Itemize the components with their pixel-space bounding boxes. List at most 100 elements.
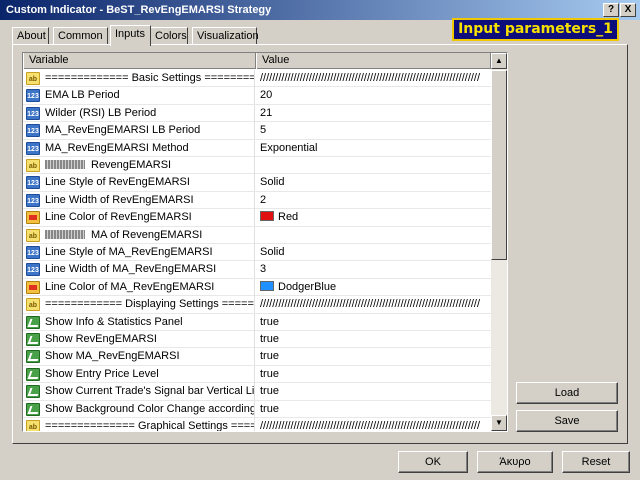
- row-variable-label: Line Width of MA_RevEngEMARSI: [45, 263, 217, 276]
- row-variable-label: Show MA_RevEngEMARSI: [45, 350, 180, 363]
- table-row[interactable]: Show Info & Statistics Panel true: [23, 313, 491, 331]
- row-value[interactable]: [256, 227, 488, 244]
- row-value[interactable]: ////////////////////////////////////////…: [256, 418, 488, 431]
- row-value[interactable]: Solid: [256, 244, 488, 261]
- table-row[interactable]: Show Background Color Change according t…: [23, 400, 491, 418]
- row-value-text: true: [260, 385, 279, 398]
- tab-colors[interactable]: Colors: [150, 27, 188, 45]
- table-row[interactable]: ab ============ Displaying Settings =====…: [23, 296, 491, 314]
- header-variable[interactable]: Variable: [23, 53, 256, 69]
- row-value-text: ////////////////////////////////////////…: [260, 72, 481, 84]
- row-value-text: Solid: [260, 246, 285, 258]
- text-param-icon: ab: [26, 228, 40, 242]
- row-value-text: 5: [260, 124, 267, 137]
- number-param-icon: 123: [26, 246, 40, 259]
- help-button[interactable]: ?: [603, 3, 619, 17]
- row-value[interactable]: true: [256, 314, 488, 331]
- row-variable: Wilder (RSI) LB Period: [43, 104, 255, 122]
- row-value[interactable]: 3: [256, 261, 488, 278]
- table-row[interactable]: 123 Line Style of MA_RevEngEMARSI Solid: [23, 244, 491, 262]
- boolean-param-icon: [26, 367, 40, 381]
- row-value[interactable]: 21: [256, 105, 488, 122]
- row-variable-label: Line Color of MA_RevEngEMARSI: [45, 280, 215, 293]
- table-row[interactable]: 123 Line Width of RevEngEMARSI 2: [23, 191, 491, 210]
- row-variable-label: Show Info & Statistics Panel: [45, 315, 183, 328]
- table-row[interactable]: 123 EMA LB Period 20: [23, 87, 491, 105]
- table-row[interactable]: 123 MA_RevEngEMARSI LB Period 5: [23, 122, 491, 140]
- row-value[interactable]: true: [256, 348, 488, 365]
- row-variable: Line Color of RevEngEMARSI: [43, 209, 255, 227]
- table-row[interactable]: 123 Wilder (RSI) LB Period 21: [23, 104, 491, 123]
- row-variable: ============ Displaying Settings =====: [43, 296, 255, 314]
- row-value[interactable]: ////////////////////////////////////////…: [256, 296, 488, 313]
- row-variable-label: Show RevEngEMARSI: [45, 333, 157, 345]
- table-row[interactable]: Show Entry Price Level true: [23, 365, 491, 384]
- reset-button[interactable]: Reset: [562, 451, 630, 473]
- row-value[interactable]: ////////////////////////////////////////…: [256, 70, 488, 87]
- text-param-icon: ab: [26, 420, 40, 431]
- row-variable-label: Show Background Color Change according t…: [45, 402, 255, 415]
- row-variable: ============== Graphical Settings =====: [43, 418, 255, 431]
- table-row[interactable]: ab MA of RevengEMARSI: [23, 226, 491, 244]
- boolean-param-icon: [26, 402, 40, 416]
- row-value[interactable]: 2: [256, 192, 488, 209]
- row-variable-label: MA_RevEngEMARSI LB Period: [45, 124, 201, 137]
- table-row[interactable]: Show MA_RevEngEMARSI true: [23, 348, 491, 366]
- tab-about[interactable]: About: [12, 27, 49, 45]
- close-button[interactable]: X: [620, 3, 636, 17]
- vertical-scrollbar[interactable]: ▲ ▼: [491, 53, 507, 431]
- number-param-icon: 123: [26, 124, 40, 138]
- row-value-text: true: [260, 402, 279, 415]
- table-row[interactable]: 123 Line Width of MA_RevEngEMARSI 3: [23, 261, 491, 279]
- table-row[interactable]: Show Current Trade's Signal bar Vertical…: [23, 383, 491, 401]
- table-row[interactable]: Show RevEngEMARSI true: [23, 331, 491, 349]
- row-value[interactable]: true: [256, 366, 488, 383]
- row-value-text: true: [260, 333, 279, 345]
- cancel-button[interactable]: Άκυρο: [477, 451, 553, 473]
- boolean-param-icon: [26, 333, 40, 346]
- scroll-up-icon[interactable]: ▲: [491, 53, 507, 69]
- row-value[interactable]: 5: [256, 122, 488, 139]
- header-value[interactable]: Value: [256, 53, 491, 69]
- grid-header: Variable Value: [23, 53, 491, 69]
- row-variable: ============= Basic Settings ==========: [43, 70, 255, 87]
- row-variable: Line Width of MA_RevEngEMARSI: [43, 261, 255, 279]
- row-value[interactable]: Exponential: [256, 140, 488, 157]
- load-button[interactable]: Load: [516, 382, 618, 404]
- save-button[interactable]: Save: [516, 410, 618, 432]
- ok-button[interactable]: OK: [398, 451, 468, 473]
- row-value-text: DodgerBlue: [278, 280, 337, 293]
- table-row[interactable]: ab ============= Basic Settings =========…: [23, 70, 491, 88]
- row-variable-label: Wilder (RSI) LB Period: [45, 106, 157, 119]
- tab-common[interactable]: Common: [53, 27, 108, 45]
- row-value-text: Exponential: [260, 141, 318, 154]
- row-value[interactable]: Red: [256, 209, 488, 226]
- row-variable-label: MA_RevEngEMARSI Method: [45, 141, 189, 154]
- row-value[interactable]: DodgerBlue: [256, 279, 488, 296]
- row-value[interactable]: [256, 157, 488, 174]
- row-variable: Line Width of RevEngEMARSI: [43, 191, 255, 209]
- row-value[interactable]: true: [256, 383, 488, 400]
- color-swatch: [260, 211, 274, 222]
- color-param-icon: [26, 211, 40, 225]
- table-row[interactable]: 123 Line Style of RevEngEMARSI Solid: [23, 174, 491, 192]
- scroll-thumb[interactable]: [491, 70, 507, 260]
- input-parameters-banner: Input parameters_1: [452, 18, 619, 41]
- row-variable: MA of RevengEMARSI: [43, 226, 255, 244]
- table-row[interactable]: ab RevengEMARSI: [23, 157, 491, 175]
- row-variable-label: ============ Displaying Settings =====: [45, 298, 254, 311]
- table-row[interactable]: 123 MA_RevEngEMARSI Method Exponential: [23, 139, 491, 157]
- tab-inputs[interactable]: Inputs: [110, 25, 151, 46]
- row-value[interactable]: Solid: [256, 174, 488, 191]
- tab-visualization[interactable]: Visualization: [192, 27, 259, 45]
- scroll-down-icon[interactable]: ▼: [491, 415, 507, 431]
- row-value-text: true: [260, 350, 279, 363]
- row-variable: Show RevEngEMARSI: [43, 331, 255, 348]
- row-value[interactable]: true: [256, 401, 488, 418]
- row-value-text: true: [260, 315, 279, 328]
- row-value[interactable]: true: [256, 331, 488, 348]
- table-row[interactable]: Line Color of MA_RevEngEMARSI DodgerBlue: [23, 278, 491, 297]
- row-value[interactable]: 20: [256, 87, 488, 104]
- table-row[interactable]: ab ============== Graphical Settings ====…: [23, 418, 491, 431]
- table-row[interactable]: Line Color of RevEngEMARSI Red: [23, 209, 491, 227]
